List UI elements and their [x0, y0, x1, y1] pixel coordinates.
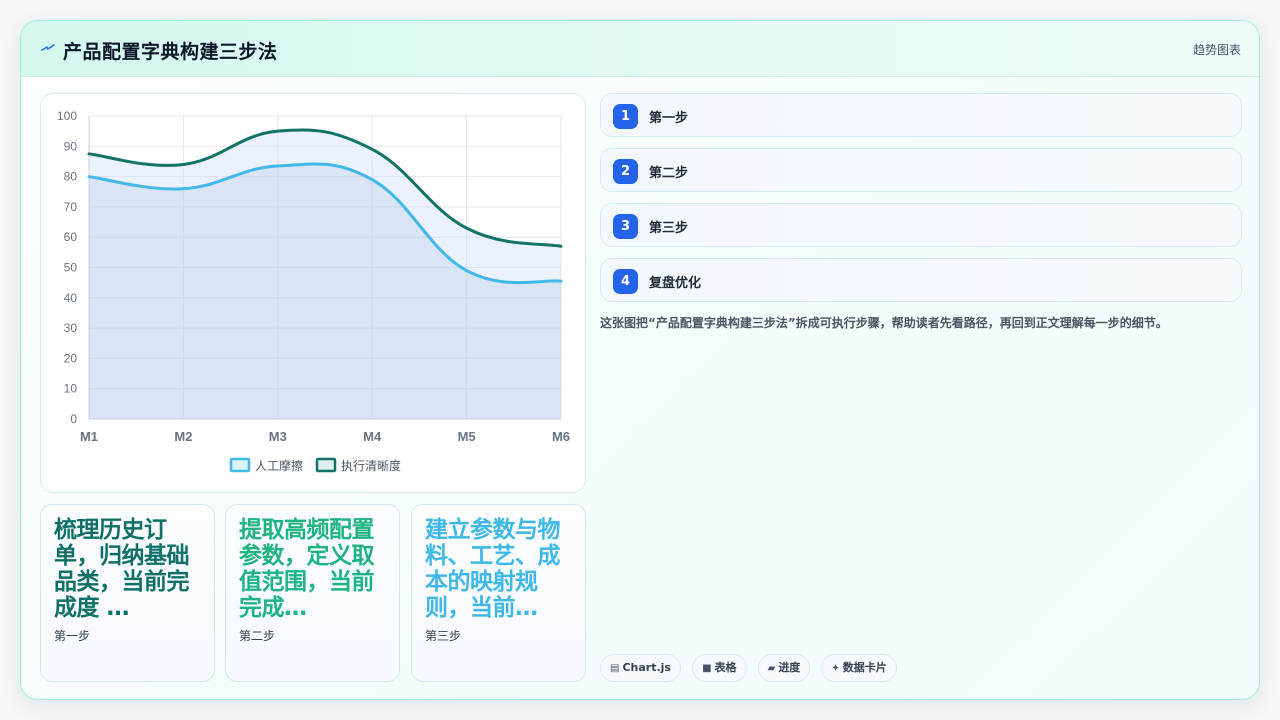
step-label: 第二步	[649, 166, 689, 181]
step-item-4[interactable]: 4 复盘优化	[600, 258, 1242, 302]
chip-label: 表格	[714, 661, 737, 674]
x-tick-label: M1	[80, 429, 98, 444]
trend-chart-panel: 0 10 20 30 40 50 60 70 80 90 100 M1 M2 M3 M4 M5 M6 人工摩擦 执行…	[40, 93, 586, 493]
stat-label: 第二步	[239, 629, 276, 643]
y-tick-label: 30	[64, 321, 78, 335]
y-tick-label: 10	[64, 382, 78, 396]
stat-card-3: 建立参数与物料、工艺、成本的映射规则，当前… 第三步	[411, 504, 586, 682]
stat-card-2: 提取高频配置参数，定义取值范围，当前完成… 第二步	[225, 504, 400, 682]
series-area	[89, 163, 561, 419]
tag-chips: ▤ Chart.js ■ 表格 ▰ 进度 ✦ 数据卡片	[600, 654, 903, 682]
y-tick-label: 20	[64, 351, 78, 365]
y-tick-label: 40	[64, 291, 78, 305]
page-title: 产品配置字典构建三步法	[63, 41, 278, 63]
step-number: 2	[613, 159, 638, 184]
stat-label: 第一步	[54, 629, 91, 643]
chart-icon: ▤	[610, 663, 620, 674]
step-item-1[interactable]: 1 第一步	[600, 93, 1242, 137]
stat-value: 建立参数与物料、工艺、成本的映射规则，当前…	[425, 517, 561, 621]
step-label: 第三步	[649, 221, 689, 236]
legend-label: 人工摩擦	[255, 458, 303, 473]
stat-value: 提取高频配置参数，定义取值范围，当前完成…	[239, 517, 375, 621]
step-item-2[interactable]: 2 第二步	[600, 148, 1242, 192]
y-tick-label: 50	[64, 261, 78, 275]
infographic-card: 产品配置字典构建三步法 趋势图表 0 10 20 30 40 50 60 70 80 90 100 M…	[20, 20, 1260, 700]
step-number: 3	[613, 214, 638, 239]
x-tick-label: M5	[458, 429, 476, 444]
step-list: 1 第一步 2 第二步 3 第三步 4 复盘优化	[600, 93, 1242, 313]
y-tick-label: 70	[64, 200, 78, 214]
step-label: 第一步	[649, 111, 689, 126]
legend-swatch	[315, 457, 337, 473]
stat-value: 梳理历史订单，归纳基础品类，当前完成度 …	[54, 517, 190, 621]
x-tick-label: M3	[269, 429, 287, 444]
progress-icon: ▰	[767, 663, 776, 674]
lightning-icon	[41, 44, 55, 51]
x-tick-label: M6	[552, 429, 570, 444]
stat-label: 第三步	[425, 629, 462, 643]
chip-table[interactable]: ■ 表格	[692, 654, 747, 682]
stat-card-1: 梳理历史订单，归纳基础品类，当前完成度 … 第一步	[40, 504, 215, 682]
y-tick-label: 0	[70, 412, 77, 426]
header-tag: 趋势图表	[1192, 43, 1241, 57]
x-tick-label: M4	[363, 429, 382, 444]
card-header: 产品配置字典构建三步法 趋势图表	[21, 21, 1259, 77]
chip-label: Chart.js	[622, 661, 671, 674]
x-tick-label: M2	[174, 429, 192, 444]
chip-label: 数据卡片	[842, 661, 887, 674]
y-tick-label: 100	[57, 109, 77, 123]
chip-data-card[interactable]: ✦ 数据卡片	[821, 654, 897, 682]
y-tick-label: 60	[64, 230, 78, 244]
table-icon: ■	[702, 663, 712, 674]
step-number: 1	[613, 104, 638, 129]
chip-label: 进度	[778, 661, 801, 674]
step-label: 复盘优化	[649, 276, 702, 291]
trend-chart: 0 10 20 30 40 50 60 70 80 90 100 M1 M2 M3 M4 M5 M6 人工摩擦 执行…	[57, 109, 570, 473]
step-item-3[interactable]: 3 第三步	[600, 203, 1242, 247]
chip-chartjs[interactable]: ▤ Chart.js	[600, 654, 681, 682]
chart-description: 这张图把“产品配置字典构建三步法”拆成可执行步骤，帮助读者先看路径，再回到正文理…	[600, 316, 1168, 330]
chip-progress[interactable]: ▰ 进度	[757, 654, 811, 682]
step-number: 4	[613, 269, 638, 294]
y-tick-label: 90	[64, 139, 78, 153]
legend-label: 执行清晰度	[341, 458, 401, 473]
y-tick-label: 80	[64, 170, 78, 184]
legend-swatch	[229, 457, 251, 473]
card-icon: ✦	[831, 663, 840, 674]
